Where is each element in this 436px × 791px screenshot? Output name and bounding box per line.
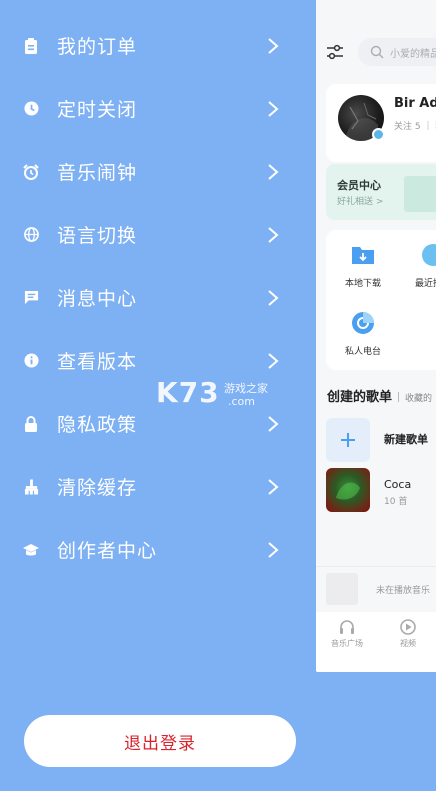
watermark-logo: K73 <box>156 376 220 409</box>
clock-icon <box>23 101 39 117</box>
nav-music-square[interactable]: 音乐广场 <box>324 618 370 649</box>
playlist-tabs: 创建的歌单 收藏的 <box>327 386 436 406</box>
menu-item-label: 隐私政策 <box>57 414 138 436</box>
nav-label: 视频 <box>400 639 416 648</box>
alarm-icon <box>23 163 39 180</box>
gift-illustration <box>404 176 436 212</box>
menu-item-label: 创作者中心 <box>57 540 158 562</box>
new-playlist-label: 新建歌单 <box>384 433 428 446</box>
bottom-nav: 音乐广场 视频 <box>316 612 436 672</box>
quick-action-label: 本地下载 <box>344 279 381 289</box>
nav-video[interactable]: 视频 <box>385 618 431 649</box>
nav-label: 音乐广场 <box>331 639 363 648</box>
menu-item-sleep-timer[interactable]: 定时关闭 <box>0 77 316 140</box>
folder-download-icon <box>352 247 374 264</box>
mini-player[interactable]: 未在播放音乐 <box>316 566 436 612</box>
quick-action-radio[interactable]: 私人电台 <box>328 310 398 357</box>
quick-actions-card: 本地下载 最近播放 私人电台 <box>326 230 436 370</box>
menu-item-music-alarm[interactable]: 音乐闹钟 <box>0 140 316 203</box>
filter-icon[interactable] <box>326 44 344 60</box>
logout-button[interactable]: 退出登录 <box>24 715 296 767</box>
chevron-right-icon <box>268 478 279 495</box>
new-playlist-button[interactable]: 新建歌单 <box>326 418 436 464</box>
lock-icon <box>23 415 39 432</box>
playlist-cover <box>326 468 370 512</box>
chevron-right-icon <box>268 352 279 369</box>
menu-item-label: 音乐闹钟 <box>57 162 138 184</box>
chevron-right-icon <box>268 100 279 117</box>
menu-item-label: 查看版本 <box>57 351 138 373</box>
tab-created-playlists[interactable]: 创建的歌单 <box>327 390 392 405</box>
user-name: Bir Ada <box>394 96 436 111</box>
tab-divider <box>398 391 400 402</box>
clipboard-icon <box>23 37 39 54</box>
menu-item-label: 我的订单 <box>57 36 138 58</box>
user-follow-count: 关注 5 ｜ 粉 <box>394 122 436 132</box>
radio-icon <box>352 312 374 334</box>
chevron-right-icon <box>268 289 279 306</box>
chevron-right-icon <box>268 415 279 432</box>
watermark-cn-text: 游戏之家 <box>224 382 268 395</box>
chevron-right-icon <box>268 163 279 180</box>
user-card[interactable]: Bir Ada 关注 5 ｜ 粉 <box>326 84 436 162</box>
globe-icon <box>23 227 39 243</box>
quick-action-local-download[interactable]: 本地下载 <box>328 242 398 289</box>
tab-collected-playlists[interactable]: 收藏的 <box>405 394 432 404</box>
vip-subtitle: 好礼相送 > <box>337 197 384 207</box>
search-input[interactable]: 小爱的精品 <box>358 38 436 66</box>
video-icon <box>400 619 416 635</box>
menu-item-messages[interactable]: 消息中心 <box>0 266 316 329</box>
recent-icon <box>422 244 436 266</box>
vip-center-card[interactable]: 会员中心 好礼相送 > <box>326 164 436 220</box>
menu-item-label: 语言切换 <box>57 225 138 247</box>
chevron-right-icon <box>268 226 279 243</box>
vip-title: 会员中心 <box>337 179 381 192</box>
playlist-name: Coca <box>384 478 412 491</box>
message-icon <box>23 290 39 306</box>
chevron-right-icon <box>268 37 279 54</box>
menu-item-clear-cache[interactable]: 清除缓存 <box>0 455 316 518</box>
drawer-menu: 我的订单 定时关闭 音乐闹钟 语言切换 消息中心 查看版本 隐私政策 清除缓存 … <box>0 14 316 581</box>
menu-item-language[interactable]: 语言切换 <box>0 203 316 266</box>
quick-action-recent[interactable]: 最近播放 <box>398 242 436 289</box>
plus-icon <box>326 418 370 462</box>
chevron-right-icon <box>268 541 279 558</box>
playlist-item[interactable]: Coca 10 首 <box>326 468 436 516</box>
menu-item-label: 清除缓存 <box>57 477 138 499</box>
playlist-count: 10 首 <box>384 497 408 507</box>
main-page-preview[interactable]: 小爱的精品 Bir Ada 关注 5 ｜ 粉 会员中心 好礼相送 > 本地下载 … <box>316 0 436 672</box>
menu-item-orders[interactable]: 我的订单 <box>0 14 316 77</box>
site-watermark: K73 游戏之家 .com <box>156 376 286 412</box>
menu-item-creator-center[interactable]: 创作者中心 <box>0 518 316 581</box>
search-icon <box>370 45 384 59</box>
menu-item-label: 消息中心 <box>57 288 138 310</box>
quick-action-label: 私人电台 <box>344 347 381 357</box>
top-bar: 小爱的精品 <box>316 36 436 68</box>
broom-icon <box>23 479 39 495</box>
mini-player-status: 未在播放音乐 <box>376 586 431 596</box>
info-icon <box>23 353 39 369</box>
menu-item-label: 定时关闭 <box>57 99 138 121</box>
quick-action-label: 最近播放 <box>414 279 436 289</box>
mini-player-cover <box>326 573 358 605</box>
verified-badge-icon <box>372 128 385 141</box>
headphones-icon <box>340 620 354 634</box>
graduation-cap-icon <box>23 542 39 558</box>
search-placeholder: 小爱的精品 <box>390 49 436 60</box>
watermark-domain: .com <box>228 395 255 408</box>
